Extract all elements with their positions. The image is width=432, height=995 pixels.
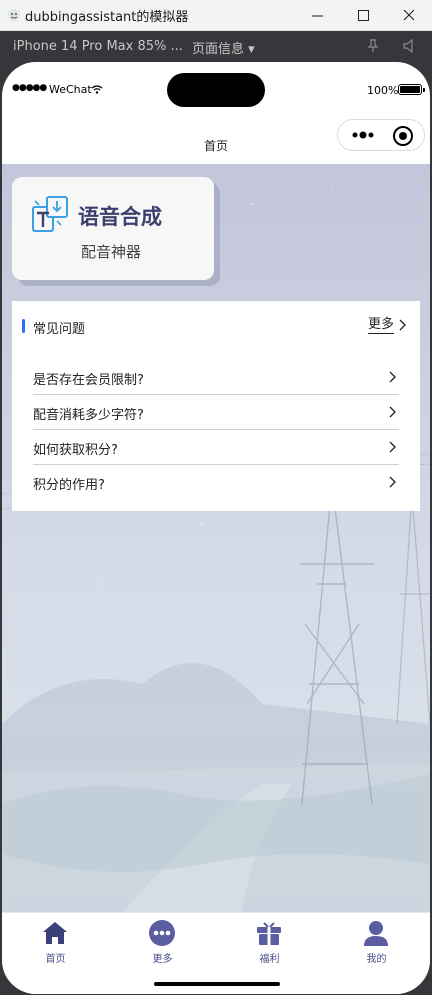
- maximize-button[interactable]: [340, 0, 386, 30]
- wifi-icon: [91, 85, 103, 94]
- battery-icon: [398, 84, 425, 95]
- tab-home[interactable]: 首页: [2, 913, 109, 973]
- dynamic-island: [167, 73, 265, 107]
- window-title: dubbingassistant的模拟器: [25, 9, 189, 25]
- user-icon: [364, 921, 388, 946]
- tab-mine[interactable]: 我的: [323, 913, 430, 973]
- tab-label: 我的: [366, 954, 387, 965]
- tab-more[interactable]: 更多: [109, 913, 216, 973]
- speaker-icon[interactable]: [403, 39, 415, 53]
- home-indicator: [154, 982, 280, 986]
- page-info-dropdown[interactable]: 页面信息 ▾: [192, 38, 255, 57]
- chevron-right-icon: [389, 406, 396, 418]
- phone-screen: ●●●●● WeChat 100% 首页 语音合成 配音神器 常见问题 更多 是…: [2, 62, 430, 994]
- minimize-button[interactable]: [294, 0, 340, 30]
- device-selector[interactable]: iPhone 14 Pro Max 85% ...: [13, 39, 183, 54]
- carrier-label: WeChat: [49, 83, 92, 96]
- more-dots-icon: [149, 920, 175, 946]
- faq-list: 是否存在会员限制? 配音消耗多少字符? 如何获取积分? 积分的作用?: [33, 360, 399, 500]
- window-titlebar: dubbingassistant的模拟器: [0, 0, 432, 31]
- faq-question: 积分的作用?: [33, 478, 105, 493]
- chevron-right-icon: [389, 441, 396, 453]
- chevron-right-icon: [389, 371, 396, 383]
- tts-feature-card[interactable]: 语音合成 配音神器: [12, 177, 214, 280]
- faq-question: 是否存在会员限制?: [33, 373, 144, 388]
- close-icon: [403, 9, 415, 21]
- signal-icon: ●●●●●: [12, 83, 47, 93]
- tab-welfare[interactable]: 福利: [216, 913, 323, 973]
- faq-item[interactable]: 配音消耗多少字符?: [33, 395, 399, 430]
- text-to-speech-icon: [32, 196, 68, 232]
- tab-label: 首页: [45, 954, 66, 965]
- faq-item[interactable]: 积分的作用?: [33, 465, 399, 500]
- faq-more-link[interactable]: 更多: [368, 317, 395, 334]
- main-content: 语音合成 配音神器 常见问题 更多 是否存在会员限制? 配音消耗多少字符? 如何…: [2, 164, 430, 912]
- battery-percent: 100%: [367, 84, 399, 97]
- maximize-icon: [357, 9, 369, 21]
- tts-title: 语音合成: [78, 205, 162, 229]
- faq-item[interactable]: 是否存在会员限制?: [33, 360, 399, 395]
- phone-frame: ●●●●● WeChat 100% 首页 语音合成 配音神器 常见问题 更多 是…: [0, 61, 432, 995]
- faq-item[interactable]: 如何获取积分?: [33, 430, 399, 465]
- chevron-right-icon[interactable]: [397, 319, 409, 331]
- close-window-button[interactable]: [386, 0, 432, 30]
- gift-icon: [257, 922, 281, 945]
- chevron-right-icon: [389, 476, 396, 488]
- faq-question: 配音消耗多少字符?: [33, 408, 144, 423]
- section-marker: [22, 319, 25, 333]
- faq-panel: 常见问题 更多 是否存在会员限制? 配音消耗多少字符? 如何获取积分? 积分的作…: [12, 301, 420, 511]
- home-icon: [43, 922, 67, 944]
- pin-icon[interactable]: [367, 39, 379, 53]
- simulator-toolbar: iPhone 14 Pro Max 85% ... 页面信息 ▾: [0, 31, 432, 61]
- app-icon: [8, 9, 20, 21]
- minimize-icon: [311, 15, 323, 16]
- tab-label: 更多: [152, 954, 173, 965]
- faq-question: 如何获取积分?: [33, 443, 118, 458]
- tab-label: 福利: [259, 954, 280, 965]
- faq-heading: 常见问题: [33, 322, 86, 337]
- close-miniprogram-icon[interactable]: [393, 126, 413, 146]
- menu-capsule: [337, 119, 425, 151]
- tts-subtitle: 配音神器: [81, 243, 142, 261]
- more-icon[interactable]: [350, 126, 382, 144]
